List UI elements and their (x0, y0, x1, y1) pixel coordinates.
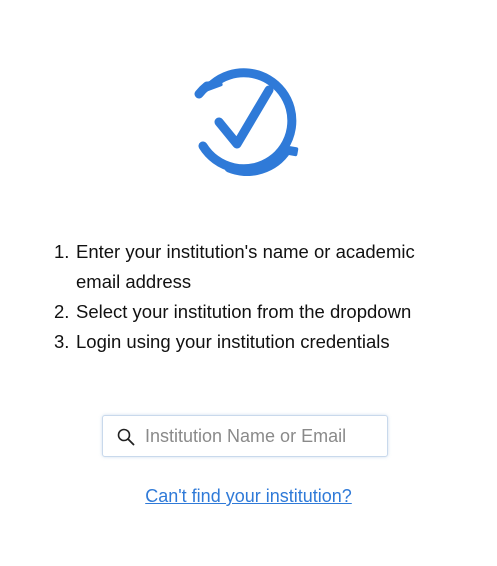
step-number: 3. (54, 331, 70, 352)
step-text: Select your institution from the dropdow… (76, 301, 412, 322)
login-page: 1. Enter your institution's name or acad… (0, 0, 497, 566)
step-item-1: 1. Enter your institution's name or acad… (54, 237, 454, 297)
step-item-3: 3. Login using your institution credenti… (54, 327, 454, 357)
circular-check-icon (194, 68, 299, 176)
institution-search-input[interactable] (145, 420, 381, 452)
step-number: 1. (54, 241, 70, 262)
instruction-steps: 1. Enter your institution's name or acad… (54, 237, 454, 357)
institution-search-box[interactable] (102, 415, 388, 457)
step-item-2: 2. Select your institution from the drop… (54, 297, 454, 327)
step-text: Enter your institution's name or academi… (76, 241, 415, 292)
step-text: Login using your institution credentials (76, 331, 390, 352)
step-number: 2. (54, 301, 70, 322)
cant-find-institution-link[interactable]: Can't find your institution? (0, 486, 497, 507)
search-icon (117, 428, 135, 446)
